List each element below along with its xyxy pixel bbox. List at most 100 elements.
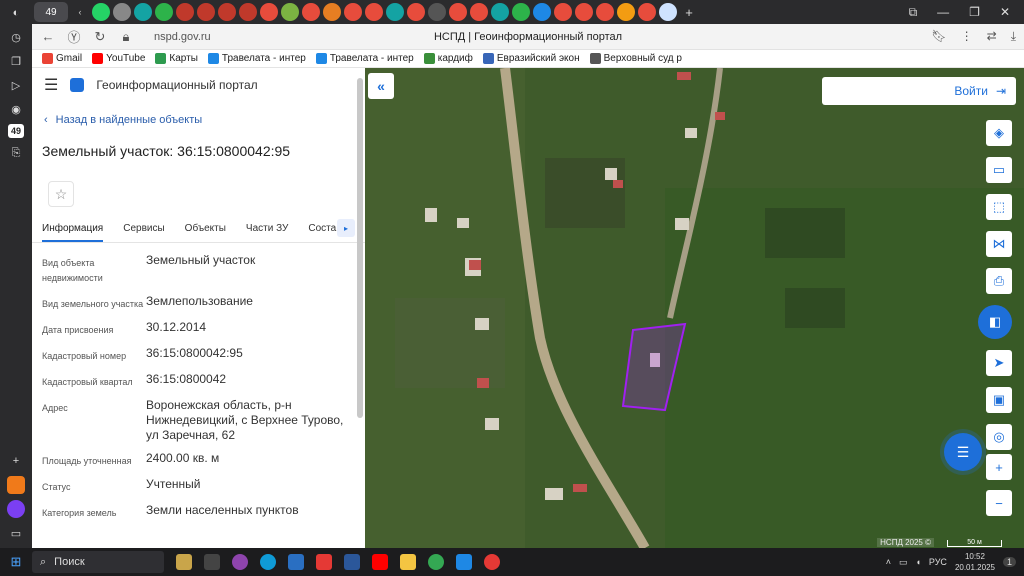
tab-favicon-whatsapp-icon[interactable] (92, 3, 110, 21)
yandex-browser-icon[interactable] (484, 554, 500, 570)
yandex-icon[interactable]: Ⓨ (66, 27, 82, 46)
sidebar-toggle-icon[interactable]: ▭ (7, 524, 25, 542)
bookmark-icon[interactable]: 🔖︎ (931, 29, 946, 44)
scrollbar-thumb[interactable] (357, 78, 363, 418)
windows-start-icon[interactable]: ⊞ (0, 554, 32, 570)
tabs-scroll-right-icon[interactable]: ▸ (337, 219, 355, 237)
gosuslugi-icon[interactable]: ◧ (978, 305, 1012, 339)
close-window-icon[interactable]: ✕ (1000, 5, 1010, 20)
tab-favicon-red-icon[interactable] (575, 3, 593, 21)
network-icon[interactable]: ▭ (899, 557, 908, 568)
satellite-map[interactable]: « Войти ⇥ ◈ ▭ ⬚ ⋈ ⎙ ◧ ➤ ▣ ◎ ☰ + − НСПД 2… (365, 68, 1024, 548)
bookmark-item[interactable]: Карты (155, 53, 198, 64)
chat-support-icon[interactable]: ☰ (944, 433, 982, 471)
tab-favicon-teal-icon[interactable] (386, 3, 404, 21)
tab-favicon-red-icon[interactable] (470, 3, 488, 21)
share-icon[interactable]: ⋈ (986, 231, 1012, 257)
play-icon[interactable]: ◉ (7, 100, 25, 118)
collections-icon[interactable]: ❐ (7, 52, 25, 70)
word-icon[interactable] (344, 554, 360, 570)
restore-icon[interactable]: ❐ (969, 5, 980, 20)
edge-icon[interactable] (260, 554, 276, 570)
panel-scrollbar[interactable] (357, 68, 363, 548)
tab-services[interactable]: Сервисы (123, 223, 164, 242)
bookmark-item[interactable]: YouTube (92, 53, 145, 64)
bookmark-item[interactable]: Gmail (42, 53, 82, 64)
reload-icon[interactable]: ↻ (92, 29, 108, 45)
tab-parts[interactable]: Части ЗУ (246, 223, 288, 242)
tab-favicon-museum-icon[interactable] (239, 3, 257, 21)
tab-favicon-museum-icon[interactable] (218, 3, 236, 21)
tab-favicon-teal-icon[interactable] (491, 3, 509, 21)
zoom-in-icon[interactable]: + (986, 454, 1012, 480)
tab-favicon-red-icon[interactable] (638, 3, 656, 21)
favorite-star-icon[interactable]: ☆ (48, 181, 74, 207)
notification-badge[interactable]: 1 (1002, 557, 1016, 567)
tabs-count-badge[interactable]: 49 (8, 124, 24, 138)
download-icon[interactable]: ⤓ (1011, 29, 1016, 44)
tab-count-button[interactable]: 49 (34, 2, 68, 22)
tab-favicon-red-icon[interactable] (302, 3, 320, 21)
orange-app-icon[interactable] (7, 476, 25, 494)
bookmark-item[interactable]: Травелата - интер (315, 53, 414, 64)
zoom-out-icon[interactable]: − (986, 490, 1012, 516)
tab-favicon-red-icon[interactable] (596, 3, 614, 21)
hamburger-menu-icon[interactable]: ☰ (44, 75, 58, 95)
back-to-results-link[interactable]: ‹ Назад в найденные объекты (44, 114, 365, 126)
tab-favicon-teal-icon[interactable] (134, 3, 152, 21)
tab-favicon-red-icon[interactable] (449, 3, 467, 21)
tab-favicon-orange-icon[interactable] (323, 3, 341, 21)
ruler-icon[interactable]: ▭ (986, 157, 1012, 183)
taskbar-search[interactable]: ⌕ Поиск (32, 551, 164, 573)
history-icon[interactable]: ◷ (7, 28, 25, 46)
new-tab-icon[interactable]: + (680, 3, 698, 21)
volume-icon[interactable]: ◖ (915, 557, 920, 567)
tab-favicon-red-icon[interactable] (344, 3, 362, 21)
layers-icon[interactable]: ◈ (986, 120, 1012, 146)
location-icon[interactable]: ◎ (986, 424, 1012, 450)
tab-objects[interactable]: Объекты (185, 223, 226, 242)
bookmark-item[interactable]: кардиф (423, 53, 473, 64)
language-indicator[interactable]: РУС (929, 557, 947, 567)
menu-icon[interactable]: ⋮ (961, 29, 973, 44)
tab-favicon-green-icon[interactable] (281, 3, 299, 21)
tab-favicon-dark-icon[interactable] (428, 3, 446, 21)
tab-information[interactable]: Информация (42, 223, 104, 242)
bookmark-item[interactable]: Верховный суд р (589, 53, 682, 64)
tab-favicon-red-icon[interactable] (365, 3, 383, 21)
media-icon[interactable]: ▷ (7, 76, 25, 94)
yandex-app-icon[interactable] (316, 554, 332, 570)
widgets-icon[interactable] (176, 554, 192, 570)
tabs-icon[interactable]: ⧉ (909, 5, 918, 20)
minimap-icon[interactable]: ▣ (986, 387, 1012, 413)
tab-favicon-museum-icon[interactable] (197, 3, 215, 21)
tab-favicon-museum-icon[interactable] (176, 3, 194, 21)
task-view-icon[interactable] (204, 554, 220, 570)
url-field[interactable]: nspd.gov.ru (154, 31, 211, 43)
minimize-icon[interactable]: — (937, 5, 949, 20)
youtube-app-icon[interactable] (372, 554, 388, 570)
back-icon[interactable]: ← (40, 29, 56, 44)
bookmark-item[interactable]: Евразийский экон (482, 53, 580, 64)
tab-favicon-green-icon[interactable] (512, 3, 530, 21)
tab-favicon-orange-icon[interactable] (617, 3, 635, 21)
explorer-icon[interactable] (400, 554, 416, 570)
clock[interactable]: 10:52 20.01.2025 (955, 551, 995, 573)
lock-icon[interactable]: 🔒︎ (118, 29, 134, 45)
tab-favicon-blue-icon[interactable] (533, 3, 551, 21)
downloads-icon[interactable]: ⎘ (7, 144, 25, 162)
tab-favicon-red-icon[interactable] (260, 3, 278, 21)
maps-app-icon[interactable] (456, 554, 472, 570)
collapse-panel-button[interactable]: « (368, 73, 394, 99)
tab-favicon-active-icon[interactable] (659, 3, 677, 21)
tab-favicon-edit-icon[interactable] (113, 3, 131, 21)
bookmark-item[interactable]: Травелата - интер (207, 53, 306, 64)
chrome-icon[interactable] (428, 554, 444, 570)
tab-back-icon[interactable]: ‹ (71, 3, 89, 21)
translate-icon[interactable]: ⇄ (987, 29, 997, 44)
navigate-icon[interactable]: ➤ (986, 350, 1012, 376)
print-icon[interactable]: ⎙ (986, 268, 1012, 294)
tray-chevron-icon[interactable]: ˄ (886, 557, 891, 567)
store-icon[interactable] (288, 554, 304, 570)
tab-composition[interactable]: Соста (308, 223, 336, 242)
